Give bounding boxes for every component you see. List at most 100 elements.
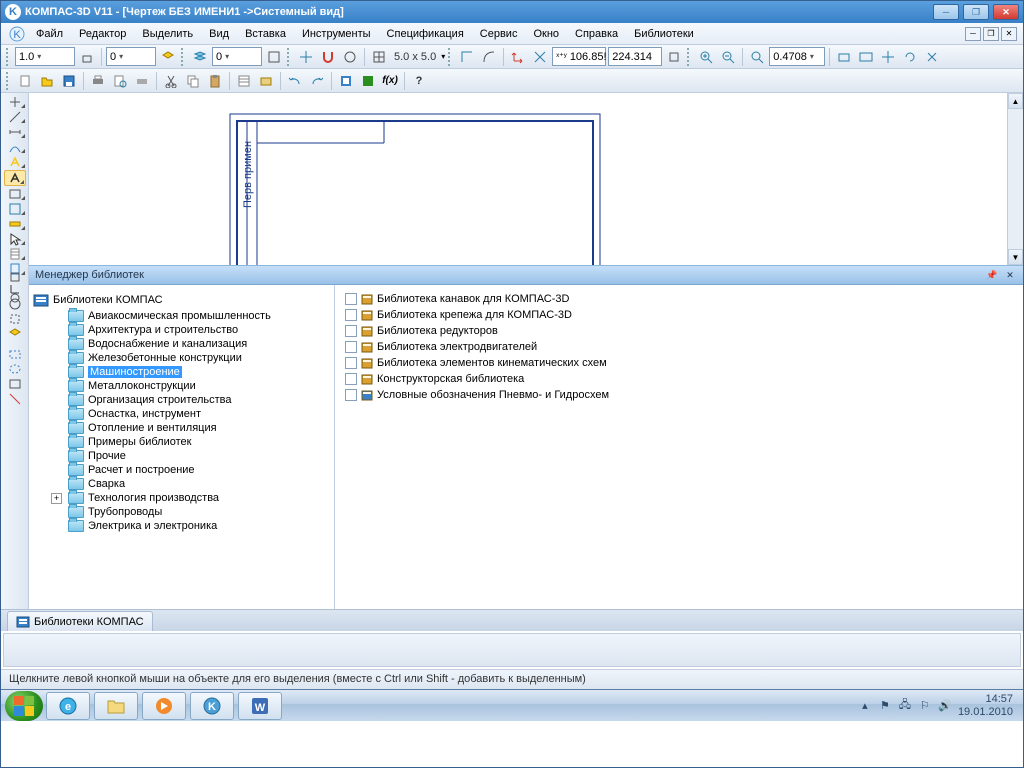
tray-volume-icon[interactable]: 🔊: [938, 699, 952, 713]
close-button[interactable]: ✕: [993, 4, 1019, 20]
layer-icon[interactable]: [158, 47, 178, 67]
copy-props-icon[interactable]: [256, 71, 276, 91]
zoom-prev-icon[interactable]: [834, 47, 854, 67]
task-explorer[interactable]: [94, 692, 138, 720]
redo-icon[interactable]: [307, 71, 327, 91]
magnet-icon[interactable]: [318, 47, 338, 67]
tree-item[interactable]: +Железобетонные конструкции: [51, 351, 330, 365]
tree-item[interactable]: +Электрика и электроника: [51, 519, 330, 533]
lib-entry[interactable]: Конструкторская библиотека: [345, 371, 1013, 387]
preview-icon[interactable]: [110, 71, 130, 91]
constr-icon[interactable]: [4, 312, 26, 326]
mdi-restore[interactable]: ❐: [983, 27, 999, 41]
task-ie[interactable]: e: [46, 692, 90, 720]
checkbox-icon[interactable]: [345, 293, 357, 305]
print2-icon[interactable]: [132, 71, 152, 91]
checkbox-icon[interactable]: [345, 373, 357, 385]
coord-x[interactable]: ˣ⁺ʸ106.85!: [552, 47, 606, 66]
panel-pin-icon[interactable]: 📌: [985, 268, 999, 282]
tree-item[interactable]: +Авиакосмическая промышленность: [51, 309, 330, 323]
menu-help[interactable]: Справка: [568, 25, 625, 43]
tree-item[interactable]: +Прочие: [51, 449, 330, 463]
tree-item[interactable]: +Металлоконструкции: [51, 379, 330, 393]
lib-tab-kompas[interactable]: Библиотеки КОМПАС: [7, 611, 153, 631]
pan-icon[interactable]: [878, 47, 898, 67]
vertical-scrollbar[interactable]: ▲ ▼: [1007, 93, 1023, 265]
layer2-icon[interactable]: [4, 327, 26, 341]
start-button[interactable]: [5, 691, 43, 721]
view-tool-icon[interactable]: [4, 377, 26, 391]
tray-flag-icon[interactable]: ⚑: [878, 699, 892, 713]
tree-item[interactable]: +Водоснабжение и канализация: [51, 337, 330, 351]
geom-text-icon[interactable]: [4, 155, 26, 169]
cut-icon[interactable]: [161, 71, 181, 91]
lib-entry[interactable]: Библиотека элементов кинематических схем: [345, 355, 1013, 371]
zoom-all-icon[interactable]: [856, 47, 876, 67]
round-icon[interactable]: [479, 47, 499, 67]
tree-item[interactable]: +Технология производства: [51, 491, 330, 505]
zoom-out-icon[interactable]: [718, 47, 738, 67]
help-icon[interactable]: ?: [409, 71, 429, 91]
checkbox-icon[interactable]: [345, 341, 357, 353]
redraw-icon[interactable]: [922, 47, 942, 67]
tray-arrow-icon[interactable]: ▴: [858, 699, 872, 713]
lib-entry[interactable]: Библиотека редукторов: [345, 323, 1013, 339]
tree-item[interactable]: +Примеры библиотек: [51, 435, 330, 449]
scale-combo[interactable]: 1.0▾: [15, 47, 75, 66]
open-icon[interactable]: [37, 71, 57, 91]
rect-tool-icon[interactable]: [4, 347, 26, 361]
checkbox-icon[interactable]: [345, 357, 357, 369]
edit-icon[interactable]: [4, 187, 26, 201]
zoom-combo[interactable]: 0.4708▾: [769, 47, 825, 66]
coords-icon[interactable]: [530, 47, 550, 67]
paste-icon[interactable]: [205, 71, 225, 91]
mdi-close[interactable]: ✕: [1001, 27, 1017, 41]
tree-item[interactable]: +Оснастка, инструмент: [51, 407, 330, 421]
libmgr-icon[interactable]: [336, 71, 356, 91]
aux-tool-icon[interactable]: [4, 392, 26, 406]
tree-item[interactable]: +Сварка: [51, 477, 330, 491]
lib-entry[interactable]: Условные обозначения Пневмо- и Гидросхем: [345, 387, 1013, 403]
fx-icon[interactable]: f(x): [380, 71, 400, 91]
geom-hatch-icon[interactable]: [4, 170, 26, 186]
layer-combo[interactable]: 0▾: [106, 47, 156, 66]
tree-item[interactable]: +Трубопроводы: [51, 505, 330, 519]
save-icon[interactable]: [59, 71, 79, 91]
zoom-in-icon[interactable]: [696, 47, 716, 67]
new-icon[interactable]: [15, 71, 35, 91]
extra-tool-1-icon[interactable]: [4, 267, 26, 287]
task-kompas[interactable]: K: [190, 692, 234, 720]
maximize-button[interactable]: ❐: [963, 4, 989, 20]
param-icon[interactable]: [4, 202, 26, 216]
checkbox-icon[interactable]: [345, 309, 357, 321]
menu-libraries[interactable]: Библиотеки: [627, 25, 701, 43]
tray-action-icon[interactable]: ⚐: [918, 699, 932, 713]
grid-icon[interactable]: [369, 47, 389, 67]
tray-clock[interactable]: 14:57 19.01.2010: [958, 693, 1013, 718]
menu-service[interactable]: Сервис: [473, 25, 525, 43]
coord-step-icon[interactable]: [664, 47, 684, 67]
menu-file[interactable]: Файл: [29, 25, 70, 43]
task-word[interactable]: W: [238, 692, 282, 720]
menu-insert[interactable]: Вставка: [238, 25, 293, 43]
geom-curve-icon[interactable]: [4, 140, 26, 154]
ortho-icon[interactable]: [457, 47, 477, 67]
geom-dim-icon[interactable]: [4, 125, 26, 139]
ellipse-tool-icon[interactable]: [4, 362, 26, 376]
panel-close-icon[interactable]: ✕: [1003, 268, 1017, 282]
tray-network-icon[interactable]: 🖧: [898, 699, 912, 713]
geom-line-icon[interactable]: [4, 110, 26, 124]
coord-y[interactable]: 224.314: [608, 47, 662, 66]
menu-window[interactable]: Окно: [526, 25, 566, 43]
snap-settings-icon[interactable]: [340, 47, 360, 67]
menu-spec[interactable]: Спецификация: [380, 25, 471, 43]
menu-tools[interactable]: Инструменты: [295, 25, 378, 43]
menu-view[interactable]: Вид: [202, 25, 236, 43]
menu-select[interactable]: Выделить: [135, 25, 200, 43]
minimize-button[interactable]: ─: [933, 4, 959, 20]
scale-lock-icon[interactable]: [77, 47, 97, 67]
copy-icon[interactable]: [183, 71, 203, 91]
lcs-icon[interactable]: [508, 47, 528, 67]
lib-entry[interactable]: Библиотека крепежа для КОМПАС-3D: [345, 307, 1013, 323]
app-menu-icon[interactable]: K: [7, 25, 27, 43]
